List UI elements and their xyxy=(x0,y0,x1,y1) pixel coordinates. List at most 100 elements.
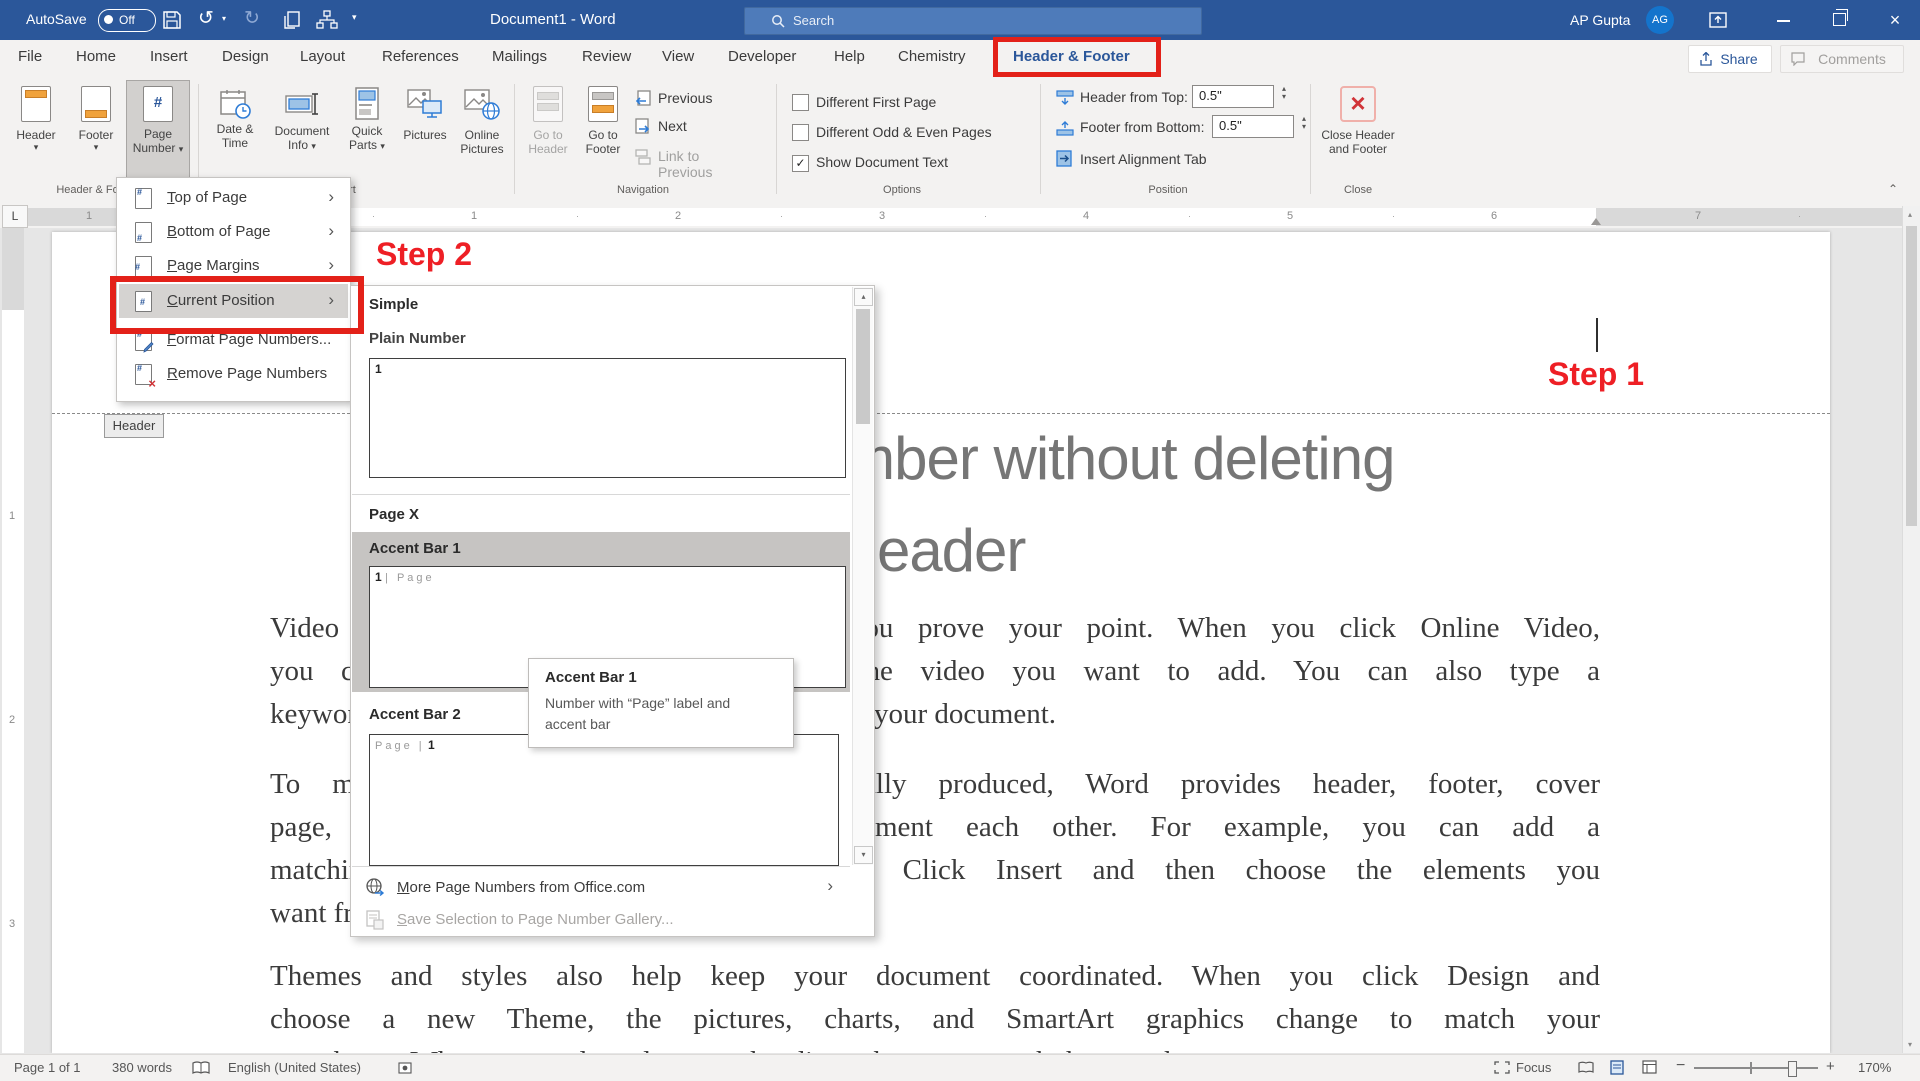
right-indent-marker[interactable] xyxy=(1591,218,1601,225)
proofing-icon[interactable] xyxy=(192,1061,210,1075)
page-indicator[interactable]: Page 1 of 1 xyxy=(14,1060,81,1075)
language-indicator[interactable]: English (United States) xyxy=(228,1060,361,1075)
undo-chevron-icon[interactable]: ▾ xyxy=(222,14,226,23)
user-name[interactable]: AP Gupta xyxy=(1570,12,1630,28)
tab-mailings[interactable]: Mailings xyxy=(492,48,547,65)
zoom-out-button[interactable]: − xyxy=(1676,1057,1685,1075)
body-line: choose a new Theme, the pictures, charts… xyxy=(270,1003,1600,1035)
macro-record-icon[interactable] xyxy=(398,1062,412,1074)
menu-item-remove-page-numbers[interactable]: # × Remove Page Numbers xyxy=(119,357,348,391)
goto-footer-button[interactable]: Go to Footer xyxy=(578,82,628,178)
previous-label: Previous xyxy=(658,90,713,106)
close-header-footer-button[interactable]: × Close Header and Footer xyxy=(1318,82,1398,182)
quick-parts-label-1: Quick xyxy=(351,124,383,138)
date-time-button[interactable]: Date & Time xyxy=(206,82,264,178)
undo-icon[interactable]: ↺ xyxy=(198,7,214,30)
more-page-numbers-item[interactable]: More Page Numbers from Office.com › xyxy=(351,874,851,904)
tab-review[interactable]: Review xyxy=(582,48,631,65)
scrollbar-thumb[interactable] xyxy=(1906,226,1917,526)
footer-button[interactable]: Footer ▾ xyxy=(68,82,124,178)
gallery-item-accent-bar-2[interactable]: Page | 1 xyxy=(369,734,839,866)
tab-references[interactable]: References xyxy=(382,48,459,65)
qat-customize-icon[interactable]: ▾ xyxy=(352,12,357,23)
hierarchy-icon[interactable] xyxy=(316,10,338,30)
focus-icon[interactable] xyxy=(1494,1061,1510,1074)
footer-from-bottom-stepper[interactable]: ▴ ▾ xyxy=(1302,115,1306,131)
read-mode-icon[interactable] xyxy=(1578,1061,1594,1074)
collapse-ribbon-icon[interactable]: ⌃ xyxy=(1888,182,1898,196)
tab-insert[interactable]: Insert xyxy=(150,48,188,65)
header-button-label: Header xyxy=(16,128,56,142)
different-first-page-checkbox[interactable] xyxy=(792,94,809,111)
header-button[interactable]: Header ▾ xyxy=(8,82,64,178)
close-window-button[interactable]: × xyxy=(1872,0,1918,40)
footer-button-label: Footer xyxy=(78,128,114,142)
gallery-item-plain-number[interactable]: 1 xyxy=(369,358,846,478)
show-document-text-option[interactable]: ✓ Show Document Text xyxy=(792,154,948,172)
gallery-scrollbar-thumb[interactable] xyxy=(856,309,870,424)
header-from-top-input[interactable]: 0.5" xyxy=(1192,85,1274,108)
tab-file[interactable]: File xyxy=(18,48,42,65)
group-label-options: Options xyxy=(883,184,921,196)
restore-button[interactable] xyxy=(1816,0,1862,40)
zoom-percentage[interactable]: 170% xyxy=(1858,1060,1891,1075)
group-label-navigation: Navigation xyxy=(617,184,669,196)
page-number-button[interactable]: # Page Number ▾ xyxy=(126,80,190,178)
different-first-page-option[interactable]: Different First Page xyxy=(792,94,936,116)
gallery-scroll-up-icon[interactable]: ▴ xyxy=(854,288,873,306)
tab-help[interactable]: Help xyxy=(834,48,865,65)
zoom-in-button[interactable]: + xyxy=(1826,1058,1835,1075)
vertical-ruler[interactable]: 1 2 3 xyxy=(2,228,24,1053)
ribbon-display-options-icon[interactable] xyxy=(1708,10,1728,30)
gallery-item-accent-bar-1-label: Accent Bar 1 xyxy=(369,540,461,557)
different-odd-even-option[interactable]: Different Odd & Even Pages xyxy=(792,124,992,146)
group-label-close: Close xyxy=(1343,184,1373,196)
quick-parts-button[interactable]: Quick Parts ▾ xyxy=(340,82,394,178)
focus-label[interactable]: Focus xyxy=(1516,1060,1551,1075)
copy-icon[interactable] xyxy=(282,10,302,30)
avatar[interactable]: AG xyxy=(1646,6,1674,34)
tab-layout[interactable]: Layout xyxy=(300,48,345,65)
scroll-up-icon[interactable]: ▴ xyxy=(1908,210,1912,219)
header-from-top-stepper[interactable]: ▴ ▾ xyxy=(1282,85,1286,101)
menu-item-top-of-page[interactable]: # Top of Page › xyxy=(119,181,348,215)
tab-selector[interactable]: L xyxy=(2,205,28,228)
share-button[interactable]: Share xyxy=(1688,45,1772,73)
show-document-text-label: Show Document Text xyxy=(816,154,949,170)
tab-design[interactable]: Design xyxy=(222,48,269,65)
header-tag: Header xyxy=(104,414,164,438)
annotation-step1: Step 1 xyxy=(1548,356,1645,392)
tab-home[interactable]: Home xyxy=(76,48,116,65)
print-layout-icon[interactable] xyxy=(1610,1060,1624,1075)
different-odd-even-label: Different Odd & Even Pages xyxy=(816,124,992,140)
gallery-scroll-down-icon[interactable]: ▾ xyxy=(854,846,873,864)
tab-developer[interactable]: Developer xyxy=(728,48,796,65)
menu-item-bottom-of-page[interactable]: # Bottom of Page › xyxy=(119,215,348,249)
insert-alignment-tab-label: Insert Alignment Tab xyxy=(1080,151,1207,167)
document-scrollbar[interactable]: ▴ ▾ xyxy=(1902,206,1920,1053)
show-document-text-checkbox[interactable]: ✓ xyxy=(792,155,809,172)
tab-chemistry[interactable]: Chemistry xyxy=(898,48,966,65)
zoom-slider-thumb[interactable] xyxy=(1788,1061,1797,1077)
submenu-arrow-icon: › xyxy=(328,221,334,240)
footer-from-bottom-input[interactable]: 0.5" xyxy=(1212,115,1294,138)
save-icon[interactable] xyxy=(162,10,182,30)
online-pictures-label-2: Pictures xyxy=(460,142,504,156)
web-layout-icon[interactable] xyxy=(1642,1060,1657,1074)
online-pictures-button[interactable]: Online Pictures xyxy=(456,82,508,178)
tab-view[interactable]: View xyxy=(662,48,694,65)
next-icon xyxy=(634,118,652,136)
pictures-button[interactable]: Pictures xyxy=(400,82,450,178)
zoom-slider-track[interactable] xyxy=(1694,1061,1818,1077)
different-odd-even-checkbox[interactable] xyxy=(792,124,809,141)
comments-button[interactable]: Comments xyxy=(1780,45,1904,73)
document-info-button[interactable]: Document Info ▾ xyxy=(270,82,334,178)
body-line: new theme. When you apply styles, your h… xyxy=(270,1046,1600,1053)
gallery-scrollbar[interactable]: ▴ ▾ xyxy=(852,287,873,865)
autosave-toggle[interactable]: Off xyxy=(98,9,156,32)
minimize-button[interactable] xyxy=(1760,0,1806,40)
scroll-down-icon[interactable]: ▾ xyxy=(1908,1040,1912,1049)
search-input[interactable]: Search xyxy=(744,7,1202,35)
paragraph-3: Themes and styles also help keep your do… xyxy=(270,960,1600,1053)
word-count[interactable]: 380 words xyxy=(112,1060,172,1075)
